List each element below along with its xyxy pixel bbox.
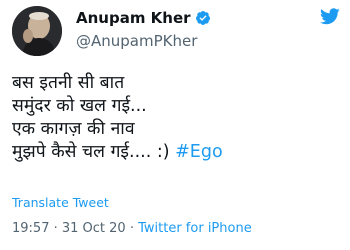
- tweet-line-1: बस इतनी सी बात: [12, 73, 125, 93]
- tweet-source-link[interactable]: Twitter for iPhone: [138, 221, 252, 236]
- tweet-time[interactable]: 19:57: [12, 221, 49, 236]
- author-name-row: Anupam Kher: [76, 9, 211, 27]
- verified-badge-icon: [195, 10, 211, 26]
- avatar-portrait-icon: [12, 6, 62, 56]
- tweet-metadata: 19:57 · 31 Oct 20 · Twitter for iPhone: [12, 221, 252, 237]
- author-handle[interactable]: @AnupamPKher: [76, 32, 197, 50]
- translate-tweet-link[interactable]: Translate Tweet: [12, 195, 109, 211]
- avatar[interactable]: [12, 6, 62, 56]
- tweet-line-3: एक कागज़ की नाव: [12, 119, 135, 139]
- tweet-line-4: मुझपे कैसे चल गई.... :): [12, 142, 176, 162]
- meta-separator: ·: [125, 221, 139, 236]
- tweet-line-2: समुंदर को खल गई...: [12, 96, 147, 116]
- meta-separator: ·: [49, 221, 62, 236]
- hashtag-link[interactable]: #Ego: [175, 142, 223, 162]
- twitter-bird-icon: [320, 8, 340, 25]
- tweet-text: बस इतनी सी बात समुंदर को खल गई... एक काग…: [12, 72, 342, 164]
- display-name[interactable]: Anupam Kher: [76, 9, 191, 27]
- tweet-date[interactable]: 31 Oct 20: [62, 221, 126, 236]
- tweet-card: Anupam Kher @AnupamPKher बस इतनी सी बात …: [0, 0, 350, 250]
